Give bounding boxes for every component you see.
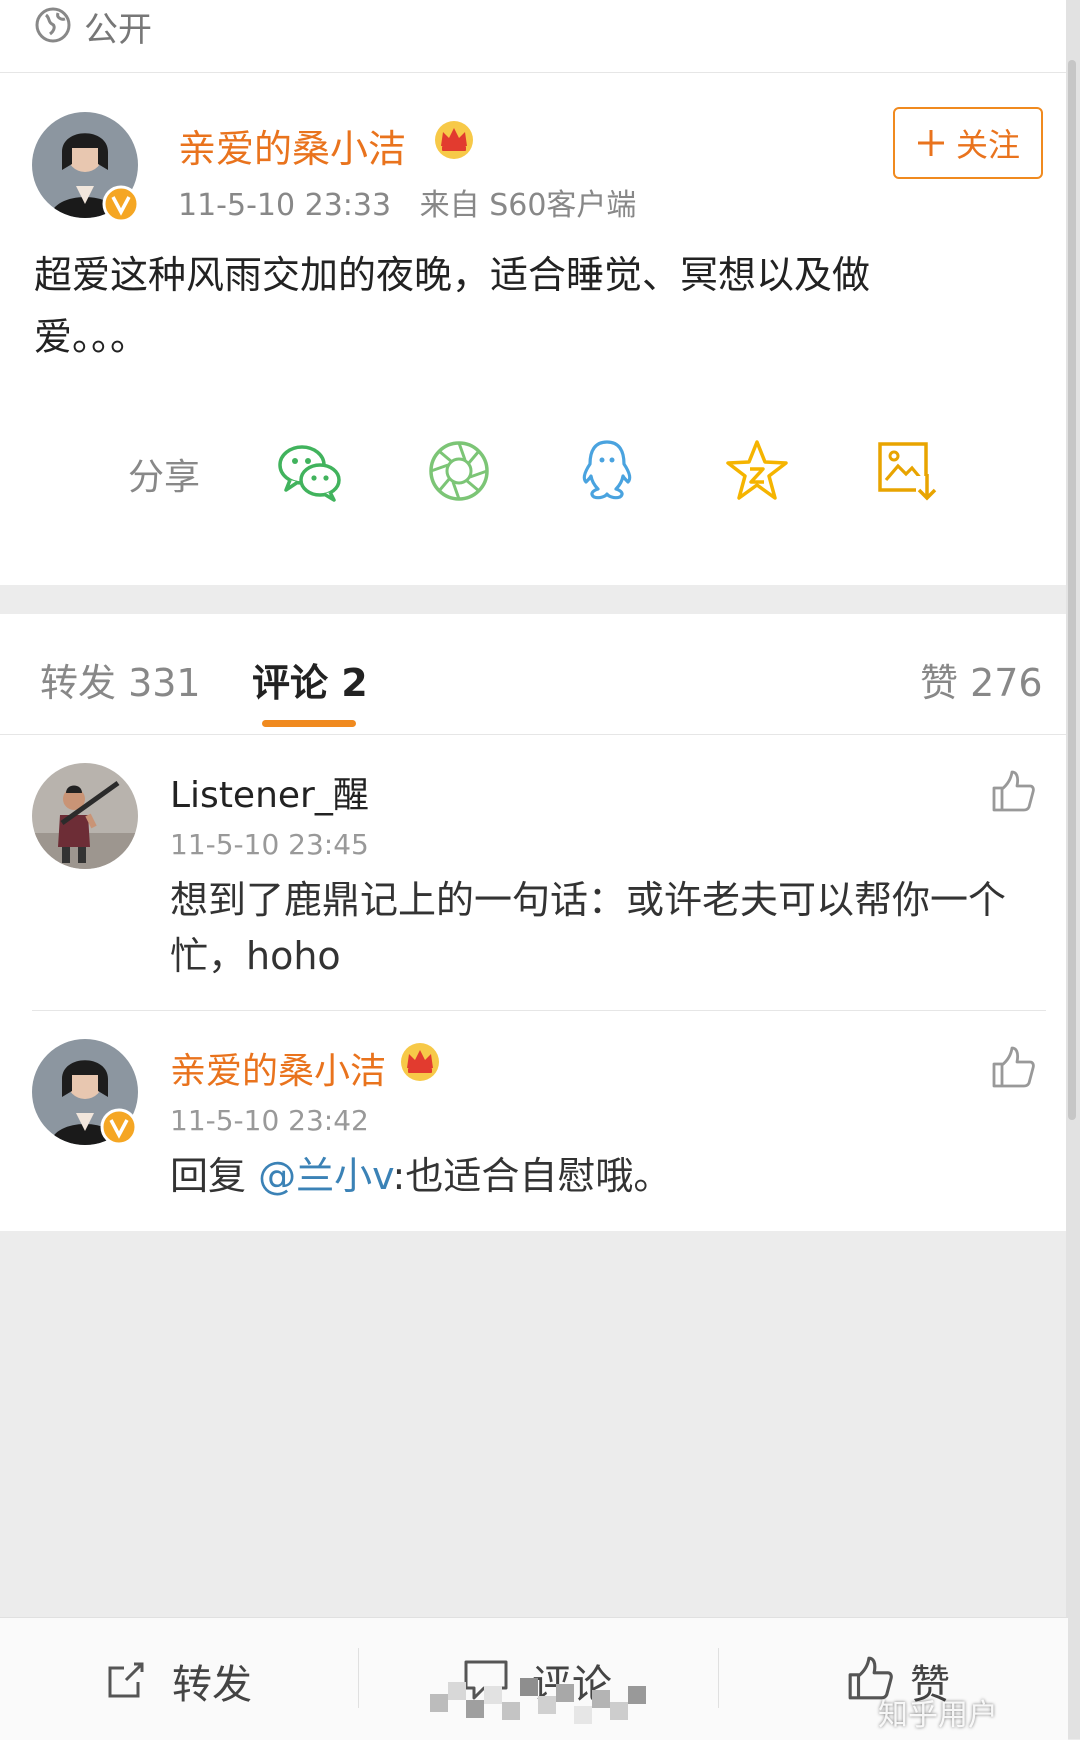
save-image-icon[interactable]: [872, 436, 942, 506]
wechat-icon[interactable]: [274, 436, 344, 506]
follow-button[interactable]: 关注: [893, 107, 1043, 179]
tab-comments[interactable]: 评论 2: [252, 652, 368, 707]
divider: [32, 1010, 1046, 1011]
plus-icon: [917, 130, 944, 156]
repost-button[interactable]: 转发: [172, 1652, 252, 1710]
verified-badge-icon: [100, 1108, 138, 1146]
watermark: 知乎用户: [878, 1698, 998, 1733]
reply-text: :也适合自慰哦。: [392, 1154, 672, 1198]
comment-time: 11-5-10 23:45: [170, 828, 369, 861]
avatar[interactable]: [32, 763, 138, 869]
repost-icon[interactable]: [104, 1658, 148, 1702]
qq-icon[interactable]: [572, 436, 642, 506]
tab-reposts[interactable]: 转发 331: [40, 652, 201, 707]
mosaic-blur: [430, 1678, 646, 1724]
post-meta: 11-5-10 23:33 来自 S60客户端: [178, 188, 637, 223]
thumbs-up-icon[interactable]: [990, 1044, 1036, 1090]
commenter-name[interactable]: Listener_醒: [170, 766, 369, 818]
share-label: 分享: [128, 457, 201, 498]
mention-link[interactable]: @兰小v: [258, 1154, 392, 1198]
visibility-label: 公开: [84, 10, 152, 50]
globe-icon: [35, 7, 71, 43]
comment-time: 11-5-10 23:42: [170, 1104, 369, 1137]
commenter-name[interactable]: 亲爱的桑小洁: [170, 1042, 386, 1094]
comment-text: 回复 @兰小v:也适合自慰哦。: [170, 1148, 671, 1204]
verified-badge-icon: [102, 185, 140, 223]
reply-prefix: 回复: [170, 1154, 259, 1198]
thumbs-up-icon[interactable]: [990, 768, 1036, 814]
active-tab-indicator: [262, 720, 356, 727]
scrollbar-thumb[interactable]: [1068, 60, 1076, 1120]
follow-label: 关注: [955, 126, 1020, 164]
post-username[interactable]: 亲爱的桑小洁: [178, 118, 406, 173]
comment-text: 想到了鹿鼎记上的一句话：或许老夫可以帮你一个忙，hoho: [170, 878, 1007, 978]
toolbar-separator: [718, 1648, 719, 1708]
moments-icon[interactable]: [424, 436, 494, 506]
favorite-star-icon[interactable]: [722, 436, 792, 506]
visibility-bar: [0, 0, 1068, 73]
tab-likes[interactable]: 赞 276: [920, 652, 1043, 707]
toolbar-separator: [358, 1648, 359, 1708]
post-text: 超爱这种风雨交加的夜晚，适合睡觉、冥想以及做爱。。。: [34, 253, 871, 359]
crown-icon: [401, 1043, 439, 1081]
crown-icon: [435, 121, 473, 159]
